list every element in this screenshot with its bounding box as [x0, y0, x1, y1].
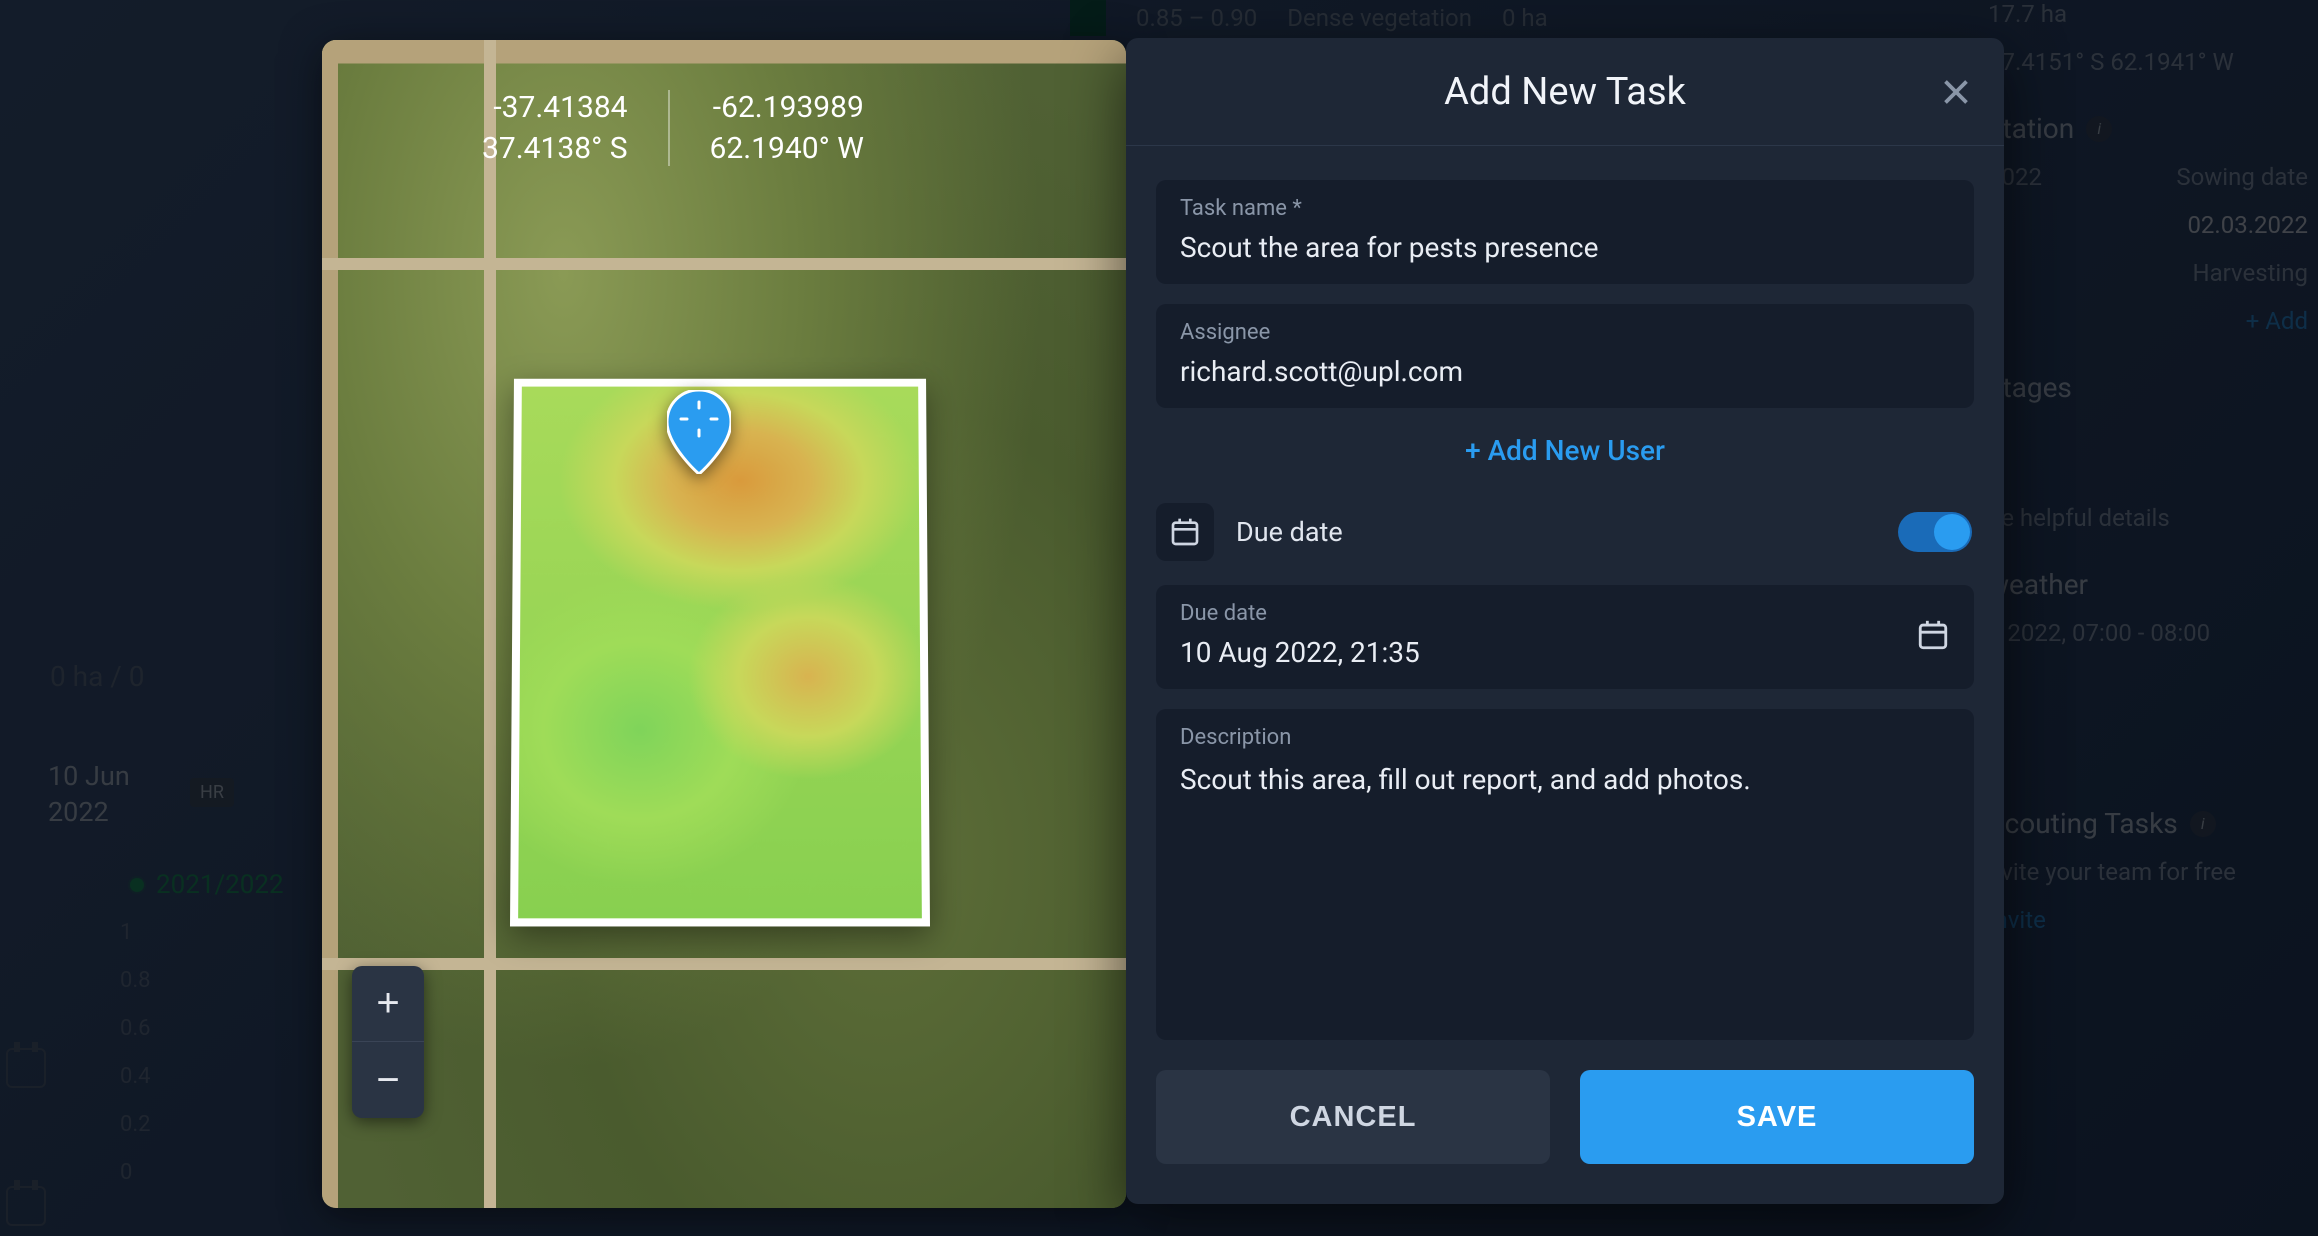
- modal-header: Add New Task: [1126, 38, 2004, 146]
- calendar-icon[interactable]: [1916, 618, 1950, 656]
- due-date-toggle-label: Due date: [1236, 516, 1876, 548]
- assignee-label: Assignee: [1180, 320, 1950, 345]
- map-road: [322, 258, 1126, 270]
- calendar-icon: [1156, 503, 1214, 561]
- coords-divider: [668, 90, 670, 166]
- description-group[interactable]: Description: [1156, 709, 1974, 1040]
- coordinates-display: -37.41384 37.4138° S -62.193989 62.1940°…: [482, 90, 864, 166]
- zoom-controls: + −: [352, 966, 424, 1118]
- cancel-button[interactable]: CANCEL: [1156, 1070, 1550, 1164]
- modal-footer: CANCEL SAVE: [1126, 1070, 2004, 1204]
- due-date-toggle[interactable]: [1898, 512, 1972, 552]
- zoom-in-button[interactable]: +: [352, 966, 424, 1042]
- description-input[interactable]: [1180, 760, 1950, 900]
- save-button[interactable]: SAVE: [1580, 1070, 1974, 1164]
- modal-title: Add New Task: [1444, 70, 1686, 114]
- map-road: [484, 40, 496, 1208]
- lon-raw: -62.193989: [710, 90, 864, 125]
- task-name-group[interactable]: Task name *: [1156, 180, 1974, 284]
- modal-body: Task name * Assignee + Add New User Due …: [1126, 146, 2004, 1070]
- task-name-label: Task name *: [1180, 196, 1950, 221]
- lat-raw: -37.41384: [482, 90, 628, 125]
- assignee-input[interactable]: [1180, 355, 1950, 388]
- lat-fmt: 37.4138° S: [482, 131, 628, 166]
- add-new-user-link[interactable]: + Add New User: [1156, 428, 1974, 479]
- add-task-modal: Add New Task Task name * Assignee + Add …: [1126, 38, 2004, 1204]
- task-name-input[interactable]: [1180, 231, 1950, 264]
- description-label: Description: [1180, 725, 1950, 750]
- due-date-toggle-row: Due date: [1156, 499, 1974, 565]
- close-icon[interactable]: [1938, 74, 1974, 110]
- map-panel[interactable]: -37.41384 37.4138° S -62.193989 62.1940°…: [322, 40, 1126, 1208]
- assignee-group[interactable]: Assignee: [1156, 304, 1974, 408]
- toggle-knob: [1934, 514, 1970, 550]
- due-date-group[interactable]: Due date: [1156, 585, 1974, 689]
- map-pin-icon[interactable]: [667, 390, 731, 474]
- due-date-input[interactable]: [1180, 636, 1950, 669]
- due-date-label: Due date: [1180, 601, 1950, 626]
- map-road: [322, 958, 1126, 970]
- zoom-out-button[interactable]: −: [352, 1042, 424, 1118]
- lon-fmt: 62.1940° W: [710, 131, 864, 166]
